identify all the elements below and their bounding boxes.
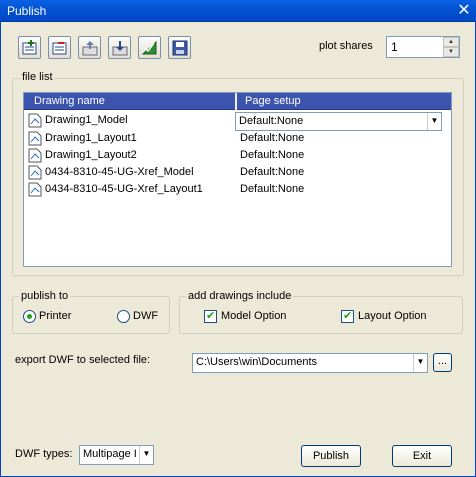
spin-up-icon[interactable]: ▲ <box>443 37 459 47</box>
list-item[interactable]: 0434-8310-45-UG-Xref_Layout1 Default:Non… <box>24 181 451 198</box>
model-option-label[interactable]: Model Option <box>221 310 286 322</box>
drawing-name: Drawing1_Layout1 <box>45 132 137 144</box>
drawing-file-icon <box>28 182 42 197</box>
export-path-dropdown[interactable]: C:\Users\win\Documents ▼ <box>192 353 428 373</box>
publish-button[interactable]: Publish <box>301 445 361 467</box>
exit-button[interactable]: Exit <box>392 445 452 467</box>
drawing-name: Drawing1_Model <box>45 114 128 126</box>
drawing-name: 0434-8310-45-UG-Xref_Layout1 <box>45 183 203 195</box>
column-drawing-name[interactable]: Drawing name <box>34 95 105 107</box>
dwf-types-dropdown[interactable]: Multipage I ▼ <box>79 445 154 465</box>
chevron-down-icon[interactable]: ▼ <box>413 354 427 372</box>
drawing-file-icon <box>28 131 42 146</box>
page-setup-value: Default:None <box>240 166 305 178</box>
publish-to-label: publish to <box>19 290 71 302</box>
layout-option-label[interactable]: Layout Option <box>358 310 427 322</box>
save-button[interactable] <box>168 36 191 59</box>
add-drawing-button[interactable] <box>18 36 41 59</box>
list-item[interactable]: Drawing1_Layout2 Default:None <box>24 147 451 164</box>
plot-shares-label: plot shares <box>319 40 373 52</box>
close-icon[interactable]: ✕ <box>456 3 472 19</box>
chevron-down-icon[interactable]: ▼ <box>427 113 441 130</box>
page-setup-value: Default:None <box>240 132 305 144</box>
column-page-setup[interactable]: Page setup <box>245 95 301 107</box>
remove-drawing-icon <box>52 42 67 55</box>
move-down-icon <box>112 41 128 56</box>
dwf-radio[interactable] <box>117 310 130 323</box>
plot-shares-value[interactable]: 1 <box>391 40 398 54</box>
export-dwf-label: export DWF to selected file: <box>15 354 151 366</box>
publish-settings-icon <box>142 40 157 55</box>
move-up-button[interactable] <box>78 36 101 59</box>
save-icon <box>172 40 188 56</box>
browse-button[interactable]: ... <box>433 353 452 372</box>
printer-radio[interactable] <box>23 310 36 323</box>
list-item[interactable]: 0434-8310-45-UG-Xref_Model Default:None <box>24 164 451 181</box>
publish-settings-button[interactable] <box>138 36 161 59</box>
move-up-icon <box>82 41 98 56</box>
plot-shares-spinner[interactable]: 1 ▲ ▼ <box>386 36 460 58</box>
remove-drawing-button[interactable] <box>48 36 71 59</box>
list-header: Drawing name Page setup <box>24 93 451 110</box>
dwf-radio-label[interactable]: DWF <box>133 310 158 322</box>
window-title: Publish <box>7 4 47 18</box>
drawing-file-icon <box>28 113 42 128</box>
export-path-value: C:\Users\win\Documents <box>196 356 318 368</box>
list-item[interactable]: Drawing1_Model Default:None ▼ <box>24 112 451 131</box>
drawing-name: 0434-8310-45-UG-Xref_Model <box>45 166 194 178</box>
add-drawings-label: add drawings include <box>186 290 294 302</box>
list-item[interactable]: Drawing1_Layout1 Default:None <box>24 130 451 147</box>
page-setup-dropdown[interactable]: Default:None ▼ <box>235 112 442 131</box>
chevron-down-icon[interactable]: ▼ <box>139 446 153 464</box>
column-divider[interactable] <box>235 93 237 110</box>
printer-radio-label[interactable]: Printer <box>39 310 71 322</box>
drawing-file-icon <box>28 148 42 163</box>
page-setup-value: Default:None <box>239 115 304 127</box>
drawing-name: Drawing1_Layout2 <box>45 149 137 161</box>
spin-down-icon[interactable]: ▼ <box>443 47 459 57</box>
page-setup-value: Default:None <box>240 149 305 161</box>
move-down-button[interactable] <box>108 36 131 59</box>
file-list[interactable]: Drawing name Page setup Drawing1_Model D… <box>23 92 452 267</box>
layout-option-checkbox[interactable] <box>341 309 354 323</box>
model-option-checkbox[interactable] <box>204 309 217 323</box>
page-setup-value: Default:None <box>240 183 305 195</box>
file-list-label: file list <box>20 71 55 83</box>
add-drawing-icon <box>22 40 37 55</box>
dwf-types-value: Multipage I <box>83 448 137 460</box>
dwf-types-label: DWF types: <box>15 448 73 460</box>
drawing-file-icon <box>28 165 42 180</box>
title-bar: Publish ✕ <box>0 0 476 22</box>
